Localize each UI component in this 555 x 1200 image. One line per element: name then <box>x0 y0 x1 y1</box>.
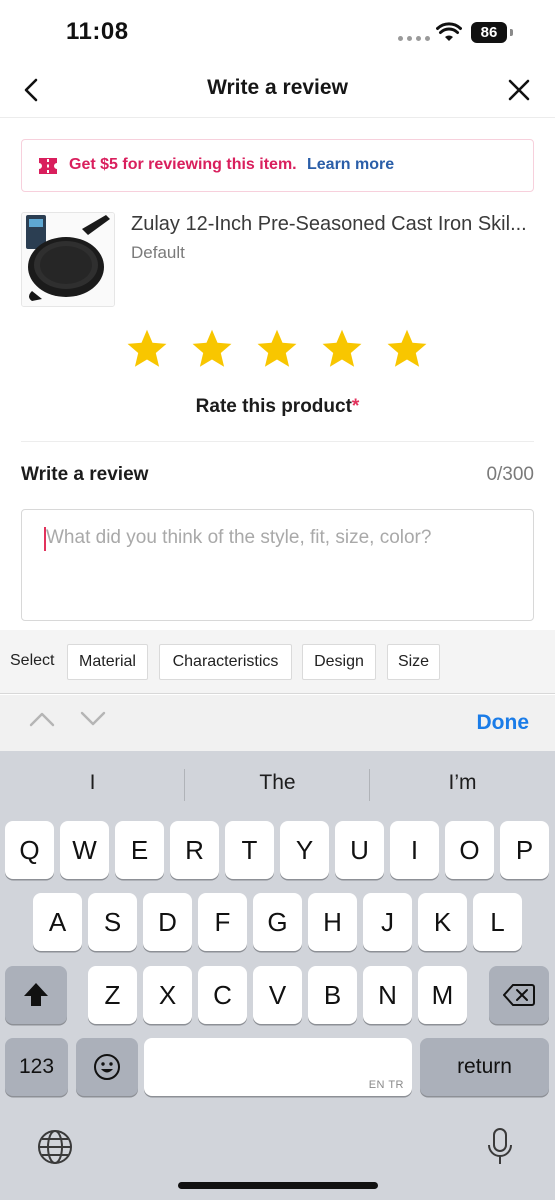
rate-product-text: Rate this product <box>195 396 352 417</box>
promo-banner: Get $5 for reviewing this item. Learn mo… <box>21 139 534 192</box>
status-bar: 11:08 86 <box>0 0 555 62</box>
key-p[interactable]: P <box>500 821 549 879</box>
ticket-icon <box>39 158 57 174</box>
review-textarea[interactable]: What did you think of the style, fit, si… <box>21 509 534 621</box>
close-icon[interactable] <box>505 76 533 104</box>
space-key[interactable]: EN TR <box>144 1038 412 1096</box>
character-count: 0/300 <box>486 464 534 485</box>
return-key[interactable]: return <box>420 1038 549 1096</box>
learn-more-link[interactable]: Learn more <box>307 156 394 174</box>
chevron-down-icon[interactable] <box>79 709 107 729</box>
key-b[interactable]: B <box>308 966 357 1024</box>
keyboard-languages: EN TR <box>368 1079 404 1091</box>
battery-icon: 86 <box>471 22 513 43</box>
header: Write a review <box>0 62 555 118</box>
key-s[interactable]: S <box>88 893 137 951</box>
wifi-icon <box>436 22 462 41</box>
key-x[interactable]: X <box>143 966 192 1024</box>
suggestion-item[interactable]: I <box>0 771 185 795</box>
star-icon[interactable] <box>125 327 169 371</box>
star-rating <box>0 327 555 377</box>
star-icon[interactable] <box>385 327 429 371</box>
shift-key[interactable] <box>5 966 67 1024</box>
star-icon[interactable] <box>190 327 234 371</box>
shift-arrow-icon <box>24 983 48 1006</box>
key-q[interactable]: Q <box>5 821 54 879</box>
key-z[interactable]: Z <box>88 966 137 1024</box>
keyboard: I The I’m Q W E R T Y U I O P A S D F G … <box>0 751 555 1200</box>
key-o[interactable]: O <box>445 821 494 879</box>
star-icon[interactable] <box>255 327 299 371</box>
key-k[interactable]: K <box>418 893 467 951</box>
product-variant: Default <box>131 243 185 262</box>
key-n[interactable]: N <box>363 966 412 1024</box>
review-placeholder: What did you think of the style, fit, si… <box>46 527 432 548</box>
suggestion-bar: I The I’m <box>0 751 555 817</box>
battery-level: 86 <box>471 22 507 43</box>
key-w[interactable]: W <box>60 821 109 879</box>
key-v[interactable]: V <box>253 966 302 1024</box>
microphone-icon[interactable] <box>486 1127 514 1167</box>
divider <box>21 441 534 442</box>
backspace-key[interactable] <box>489 966 549 1024</box>
page-title: Write a review <box>207 76 348 99</box>
emoji-icon <box>94 1054 120 1080</box>
chips-bar: Select Material Characteristics Design S… <box>0 630 555 694</box>
key-l[interactable]: L <box>473 893 522 951</box>
emoji-key[interactable] <box>76 1038 138 1096</box>
key-y[interactable]: Y <box>280 821 329 879</box>
numbers-key[interactable]: 123 <box>5 1038 68 1096</box>
key-u[interactable]: U <box>335 821 384 879</box>
key-t[interactable]: T <box>225 821 274 879</box>
key-e[interactable]: E <box>115 821 164 879</box>
key-h[interactable]: H <box>308 893 357 951</box>
home-indicator <box>178 1182 378 1189</box>
key-i[interactable]: I <box>390 821 439 879</box>
done-button[interactable]: Done <box>477 711 530 735</box>
product-image <box>21 212 115 307</box>
key-m[interactable]: M <box>418 966 467 1024</box>
key-g[interactable]: G <box>253 893 302 951</box>
keyboard-toolbar: Done <box>0 695 555 751</box>
review-label: Write a review <box>21 464 149 485</box>
required-mark: * <box>351 396 360 417</box>
suggestion-item[interactable]: I’m <box>370 771 555 795</box>
rate-product-label: Rate this product* <box>0 396 555 418</box>
key-a[interactable]: A <box>33 893 82 951</box>
key-d[interactable]: D <box>143 893 192 951</box>
product-name: Zulay 12-Inch Pre-Seasoned Cast Iron Ski… <box>131 213 527 235</box>
globe-icon[interactable] <box>37 1129 73 1165</box>
chips-select-label: Select <box>10 652 55 669</box>
chip-design[interactable]: Design <box>302 644 376 680</box>
key-c[interactable]: C <box>198 966 247 1024</box>
star-icon[interactable] <box>320 327 364 371</box>
chip-material[interactable]: Material <box>67 644 148 680</box>
chip-size[interactable]: Size <box>387 644 440 680</box>
promo-text: Get $5 for reviewing this item. <box>69 156 297 173</box>
signal-dots-icon <box>398 36 430 41</box>
key-f[interactable]: F <box>198 893 247 951</box>
chevron-up-icon[interactable] <box>28 709 56 729</box>
key-j[interactable]: J <box>363 893 412 951</box>
delete-icon <box>502 984 535 1006</box>
chip-characteristics[interactable]: Characteristics <box>159 644 292 680</box>
key-r[interactable]: R <box>170 821 219 879</box>
suggestion-item[interactable]: The <box>185 771 370 795</box>
status-time: 11:08 <box>66 18 129 45</box>
